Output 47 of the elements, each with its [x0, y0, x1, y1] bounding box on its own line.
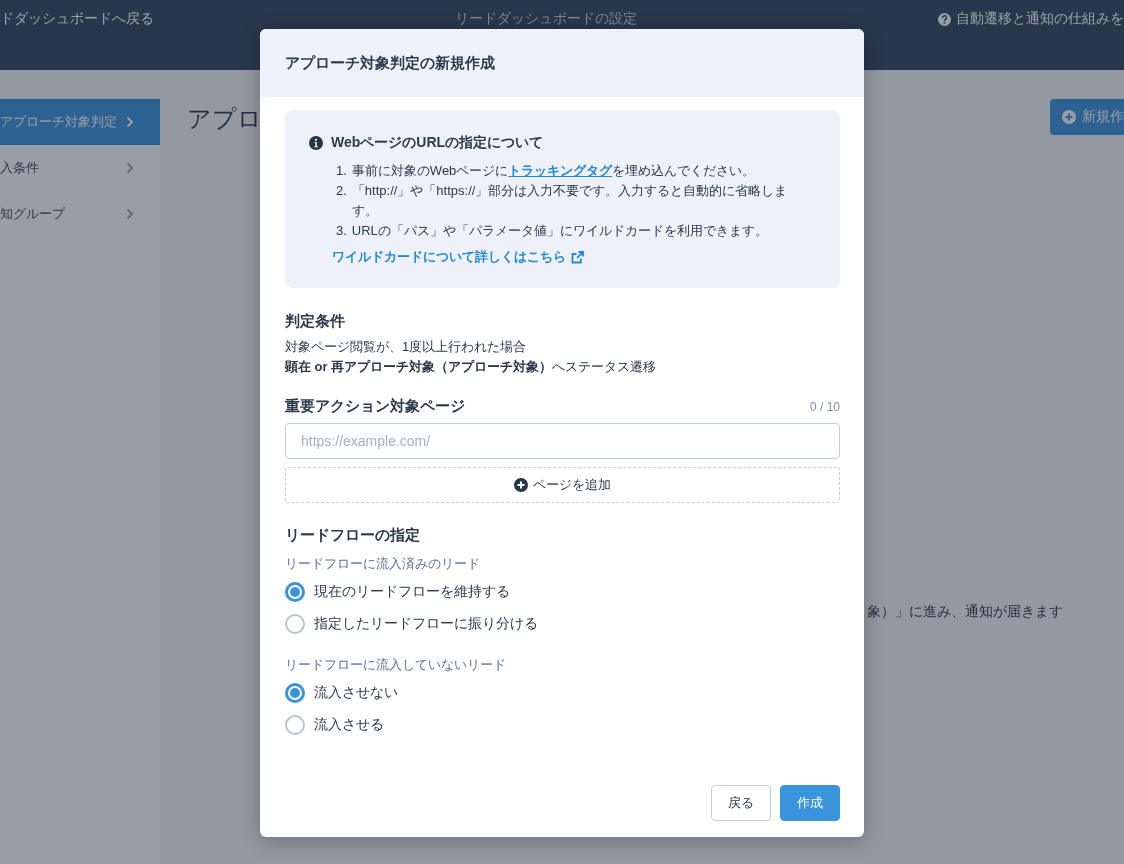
list-item-text: 「http://」や「https://」部分は入力不要です。入力すると自動的に省略します。	[351, 182, 789, 220]
help-icon	[938, 12, 951, 26]
page-title: リードダッシュボードの設定	[455, 10, 637, 28]
create-button[interactable]: 作成	[780, 785, 840, 821]
radio-label[interactable]: 流入させる	[314, 716, 384, 734]
plus-circle-icon	[514, 478, 528, 492]
sidebar-item[interactable]: アプローチ対象判定	[0, 99, 160, 145]
add-page-button[interactable]: ページを追加	[285, 467, 840, 503]
section-title: 判定条件	[285, 312, 346, 331]
sidebar-item[interactable]: 入条件	[0, 145, 160, 191]
description-text: 象）」に進み、通知が届きます	[867, 603, 1064, 621]
radio-button[interactable]	[285, 582, 305, 602]
back-link[interactable]: ドダッシュボードへ戻る	[0, 10, 154, 28]
radio-button[interactable]	[285, 614, 305, 634]
wildcard-help-link[interactable]: ワイルドカードについて詳しくはこちら	[309, 248, 814, 266]
list-number: 2.	[336, 182, 347, 200]
help-link[interactable]: 自動遷移と通知の仕組みを	[938, 10, 1124, 28]
page-heading: アプロ	[187, 104, 262, 134]
plus-circle-icon	[1062, 110, 1076, 124]
dialog-title: アプローチ対象判定の新規作成	[285, 53, 495, 73]
group-label: リードフローに流入していないリード	[285, 656, 507, 674]
chevron-right-icon	[126, 162, 134, 174]
radio-button[interactable]	[285, 683, 305, 703]
page-counter: 0 / 10	[809, 399, 840, 414]
url-input-field[interactable]: https://example.com/	[285, 423, 840, 459]
chevron-right-icon	[126, 116, 134, 128]
back-button[interactable]: 戻る	[711, 785, 771, 821]
radio-label[interactable]: 流入させない	[314, 684, 398, 702]
info-icon	[309, 136, 323, 150]
section-title: 重要アクション対象ページ	[285, 397, 465, 416]
info-title: WebページのURLの指定について	[331, 134, 544, 152]
list-item-text: 事前に対象のWebページに トラッキングタグを埋め込んでください。	[351, 162, 756, 180]
list-number: 1.	[336, 162, 347, 180]
list-number: 3.	[336, 222, 347, 240]
sidebar-item[interactable]: 知グループ	[0, 191, 160, 237]
chevron-right-icon	[126, 208, 134, 220]
condition-text: 対象ページ閲覧が、1度以上行われた場合	[285, 338, 528, 356]
condition-text: 顕在 or 再アプローチ対象（アプローチ対象）へステータス遷移	[285, 358, 658, 376]
radio-button[interactable]	[285, 715, 305, 735]
radio-label[interactable]: 指定したリードフローに振り分ける	[314, 615, 538, 633]
tracking-tag-link[interactable]: トラッキングタグ	[508, 163, 613, 178]
list-item-text: URLの「パス」や「パラメータ値」にワイルドカードを利用できます。	[351, 222, 768, 240]
external-link-icon	[571, 250, 584, 264]
section-title: リードフローの指定	[285, 526, 421, 545]
radio-label[interactable]: 現在のリードフローを維持する	[314, 583, 510, 601]
group-label: リードフローに流入済みのリード	[285, 555, 481, 573]
new-button[interactable]: 新規作	[1050, 99, 1124, 135]
